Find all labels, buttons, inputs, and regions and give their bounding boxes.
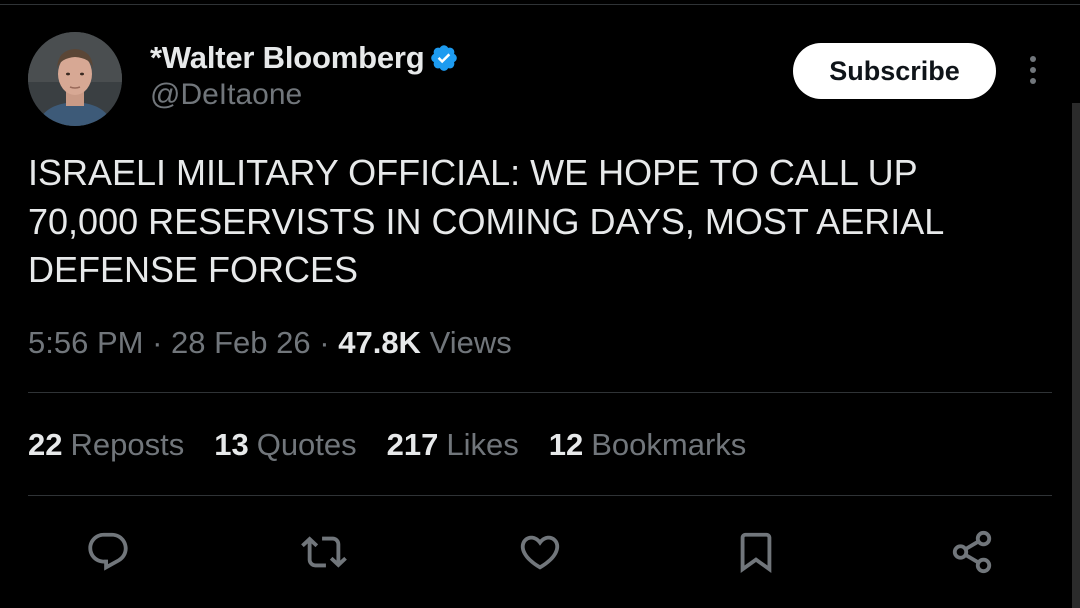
- like-icon: [520, 535, 560, 570]
- dot: [1030, 78, 1036, 84]
- quotes-stat[interactable]: 13 Quotes: [214, 427, 356, 463]
- views-count: 47.8K: [338, 325, 421, 360]
- author-name-row[interactable]: *Walter Bloomberg: [150, 40, 459, 76]
- meta-separator: ·: [319, 325, 330, 360]
- tweet-text: ISRAELI MILITARY OFFICIAL: WE HOPE TO CA…: [28, 152, 943, 290]
- tweet-date[interactable]: 28 Feb 26: [171, 325, 311, 360]
- reply-button[interactable]: [84, 528, 132, 576]
- tweet-meta: 5:56 PM · 28 Feb 26 · 47.8K Views: [28, 325, 512, 361]
- likes-count: 217: [386, 427, 439, 462]
- quotes-count: 13: [214, 427, 249, 462]
- bookmarks-stat[interactable]: 12 Bookmarks: [549, 427, 747, 463]
- meta-separator: ·: [152, 325, 163, 360]
- author-handle[interactable]: @DeItaone: [150, 78, 302, 112]
- author-display-name[interactable]: *Walter Bloomberg: [150, 40, 425, 76]
- verified-badge-icon: [431, 45, 458, 71]
- subscribe-button[interactable]: Subscribe: [793, 43, 996, 99]
- bookmark-icon: [740, 532, 772, 573]
- engagement-stats: 22 Reposts 13 Quotes 217 Likes 12 Bookmarks: [28, 427, 776, 463]
- views-label: Views: [429, 325, 512, 360]
- divider: [28, 392, 1052, 393]
- scrollbar[interactable]: [1072, 103, 1080, 608]
- reposts-label: Reposts: [70, 427, 185, 462]
- reposts-count: 22: [28, 427, 63, 462]
- quotes-label: Quotes: [256, 427, 357, 462]
- bookmarks-count: 12: [548, 427, 584, 462]
- reposts-stat[interactable]: 22 Reposts: [28, 427, 184, 463]
- share-button[interactable]: [948, 528, 996, 576]
- top-divider: [0, 4, 1080, 5]
- likes-label: Likes: [446, 427, 519, 462]
- reply-icon: [88, 532, 128, 571]
- avatar-photo: [28, 32, 122, 126]
- avatar[interactable]: [28, 32, 122, 126]
- repost-icon: [301, 536, 347, 568]
- bookmarks-label: Bookmarks: [591, 427, 747, 462]
- share-icon: [952, 530, 992, 574]
- tweet-time[interactable]: 5:56 PM: [28, 325, 143, 360]
- like-button[interactable]: [516, 528, 564, 576]
- dot: [1030, 56, 1036, 62]
- more-options-icon[interactable]: [1018, 52, 1048, 88]
- bookmark-button[interactable]: [732, 528, 780, 576]
- dot: [1030, 67, 1036, 73]
- divider: [28, 495, 1052, 496]
- repost-button[interactable]: [300, 528, 348, 576]
- likes-stat[interactable]: 217 Likes: [387, 427, 519, 463]
